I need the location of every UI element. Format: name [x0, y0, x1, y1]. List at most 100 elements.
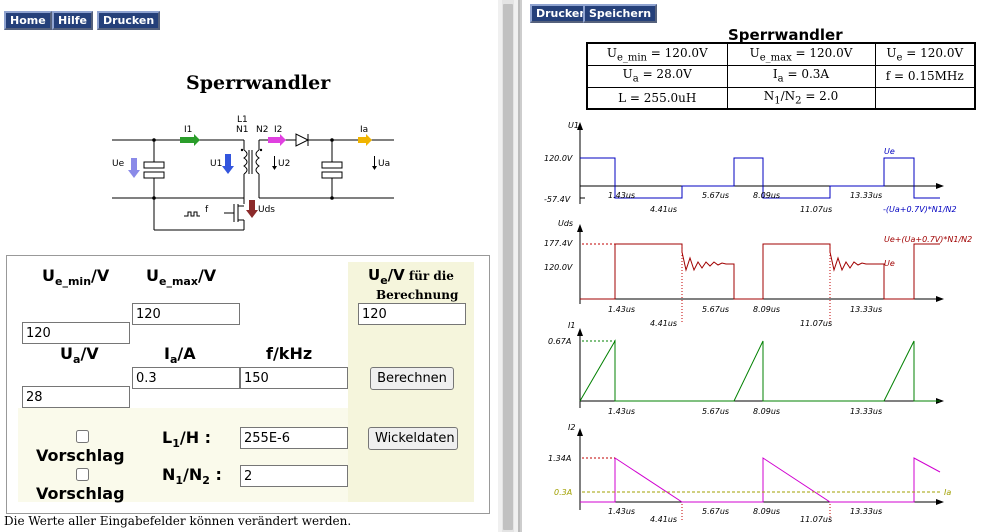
param-empty — [874, 86, 976, 110]
scrollbar-thumb[interactable] — [503, 4, 513, 530]
turns-ratio-input[interactable] — [240, 465, 348, 487]
label-l1: L1 — [237, 115, 248, 125]
param-ua: Ua = 28.0V — [586, 64, 728, 88]
i1-time-3: 5.67us — [702, 407, 729, 416]
save-button[interactable]: Speichern — [583, 4, 658, 23]
label-ia: Ia — [360, 125, 368, 135]
i2-time-1: 1.43us — [608, 507, 635, 516]
label-f: f — [205, 205, 209, 215]
uds-time-5: 11.07us — [800, 319, 832, 328]
uds-axis-label: Uds — [558, 219, 573, 228]
ia-arrow-icon — [358, 134, 372, 146]
i1-time-1: 1.43us — [608, 407, 635, 416]
i2-trace-ia: Ia — [944, 488, 951, 497]
u1-level-high: 120.0V — [544, 154, 573, 163]
frequency-input[interactable] — [240, 367, 348, 389]
param-ue-max: Ue_max = 120.0V — [726, 42, 876, 66]
parameter-table: Ue_min = 120.0V Ue_max = 120.0V Ue = 120… — [586, 42, 976, 110]
u1-time-5: 11.07us — [800, 205, 832, 214]
i2-level: 1.34A — [548, 454, 571, 463]
uds-level-mid: 120.0V — [544, 263, 573, 272]
l1-suggest-label: Vorschlag — [36, 446, 125, 465]
i2-time-4: 8.09us — [753, 507, 780, 516]
param-turns-ratio: N1/N2 = 2.0 — [726, 86, 876, 110]
flyback-circuit-diagram: L1 N1 N2 I1 I2 Ia Ue U1 U2 Ua Uds f — [112, 115, 394, 231]
label-n2: N2 — [256, 125, 268, 135]
i1-axis-label: I1 — [568, 321, 575, 330]
l1-input[interactable] — [240, 427, 348, 449]
frequency-label: f/kHz — [266, 344, 313, 363]
n-suggest-label: Vorschlag — [36, 484, 125, 503]
i2-arrow-icon — [268, 134, 286, 146]
ue-calc-label-line2: Berechnung — [376, 288, 459, 302]
i2-time-5: 11.07us — [800, 515, 832, 524]
label-i2: I2 — [274, 125, 282, 135]
uds-time-6: 13.33us — [850, 305, 882, 314]
l1-label: L1/H : — [162, 428, 212, 451]
i1-time-4: 8.09us — [753, 407, 780, 416]
ua-input[interactable] — [22, 386, 130, 408]
waveform-plots: U1 120.0V -57.4V 1.43us 4.41us 5.67us 8.… — [544, 121, 972, 524]
ue-calc-input[interactable] — [358, 303, 466, 325]
param-ue: Ue = 120.0V — [874, 42, 976, 66]
uds-time-2: 4.41us — [650, 319, 677, 328]
param-inductance: L = 255.0uH — [586, 86, 728, 110]
print-button[interactable]: Drucken — [97, 11, 161, 30]
u1-trace-low: -(Ua+0.7V)*N1/N2 — [883, 205, 957, 214]
label-i1: I1 — [184, 125, 192, 135]
i1-level: 0.67A — [548, 337, 571, 346]
u1-level-low: -57.4V — [544, 195, 571, 204]
frame-divider[interactable] — [498, 0, 522, 532]
ue-max-label: Ue_max/V — [146, 266, 217, 289]
ua-label: Ua/V — [60, 344, 99, 367]
u1-axis-label: U1 — [568, 121, 579, 130]
i2-time-3: 5.67us — [702, 507, 729, 516]
ua-arrow-icon — [372, 156, 377, 170]
uds-trace-high: Ue+(Ua+0.7V)*N1/N2 — [884, 235, 972, 244]
u2-arrow-icon — [272, 156, 277, 170]
ia-label: Ia/A — [164, 344, 196, 367]
ue-calc-label: Ue/V für die — [368, 266, 454, 287]
uds-arrow-icon — [246, 200, 258, 218]
i2-axis-label: I2 — [568, 423, 575, 432]
param-frequency: f = 0.15MHz — [874, 64, 976, 88]
uds-trace-mid: Ue — [884, 259, 895, 268]
i1-arrow-icon — [180, 134, 200, 146]
n-suggest-checkbox[interactable] — [76, 468, 89, 481]
l1-suggest-checkbox[interactable] — [76, 430, 89, 443]
winding-data-button[interactable]: Wickeldaten — [368, 427, 458, 450]
uds-time-1: 1.43us — [608, 305, 635, 314]
label-uds: Uds — [258, 205, 275, 215]
page-title: Sperrwandler — [186, 72, 331, 94]
u1-time-3: 5.67us — [702, 191, 729, 200]
u1-time-6: 13.33us — [850, 191, 882, 200]
label-n1: N1 — [236, 125, 248, 135]
home-button[interactable]: Home — [4, 11, 52, 30]
param-ue-min: Ue_min = 120.0V — [586, 42, 728, 66]
ia-input[interactable] — [132, 367, 240, 389]
ue-arrow-icon — [128, 158, 140, 178]
u1-time-2: 4.41us — [650, 205, 677, 214]
uds-time-4: 8.09us — [753, 305, 780, 314]
help-button[interactable]: Hilfe — [52, 11, 93, 30]
i2-time-6: 13.33us — [850, 507, 882, 516]
u1-arrow-icon — [222, 154, 234, 174]
calculate-button[interactable]: Berechnen — [370, 367, 454, 390]
u1-time-1: 1.43us — [608, 191, 635, 200]
label-u1: U1 — [210, 159, 222, 169]
uds-level-high: 177.4V — [544, 239, 573, 248]
i2-time-2: 4.41us — [650, 515, 677, 524]
ue-max-input[interactable] — [132, 303, 240, 325]
label-ua: Ua — [378, 159, 390, 169]
ue-min-label: Ue_min/V — [42, 266, 110, 289]
i1-time-6: 13.33us — [850, 407, 882, 416]
label-ue: Ue — [112, 159, 125, 169]
param-ia: Ia = 0.3A — [726, 64, 876, 88]
u1-time-4: 8.09us — [753, 191, 780, 200]
label-u2: U2 — [278, 159, 290, 169]
ue-min-input[interactable] — [22, 322, 130, 344]
i2-level-ia: 0.3A — [554, 488, 572, 497]
footer-note: Die Werte aller Eingabefelder können ver… — [4, 514, 352, 528]
turns-ratio-label: N1/N2 : — [162, 465, 222, 488]
uds-time-3: 5.67us — [702, 305, 729, 314]
